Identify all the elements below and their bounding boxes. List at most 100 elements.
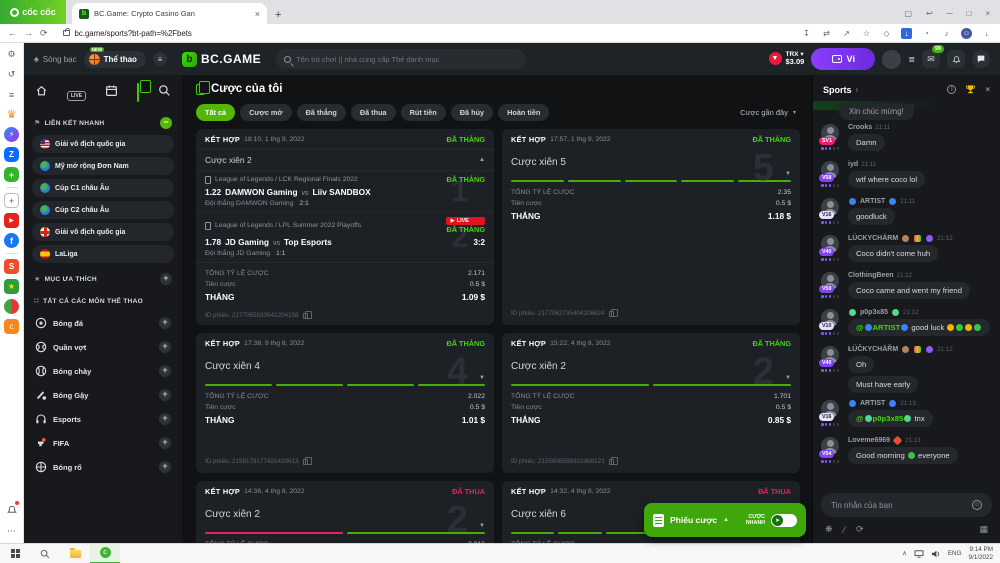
shopee-icon[interactable]: S	[4, 259, 19, 274]
filter-Tất cả[interactable]: Tất cả	[196, 104, 235, 121]
adblock-shield-icon[interactable]: ◇	[881, 29, 892, 38]
sidebar-sport-1[interactable]: Quần vợt+	[32, 335, 174, 359]
url-field[interactable]: bc.game/sports?bt-path=%2Fbets	[55, 28, 794, 39]
sidebar-sport-6[interactable]: Bóng rổ+	[32, 455, 174, 479]
refresh-icon[interactable]: ⟳	[856, 524, 864, 535]
language-indicator[interactable]: ENG	[948, 550, 962, 557]
sidebar-sport-5[interactable]: FIFA+	[32, 431, 174, 455]
parlay-title-row[interactable]: Cược xiên 22▼	[502, 353, 800, 384]
extension-bell-icon[interactable]: ◔	[921, 29, 932, 38]
sidebar-sport-2[interactable]: Bóng chày+	[32, 359, 174, 383]
chat-room-label[interactable]: Sports	[823, 85, 852, 95]
sidebar-quicklink-4[interactable]: Giải vô địch quốc gia	[32, 223, 174, 241]
quick-bet-toggle[interactable]: ➤	[771, 514, 797, 527]
live-icon[interactable]: LIVE	[67, 91, 86, 101]
settings-icon[interactable]: ⚙	[4, 47, 19, 62]
mention[interactable]: @	[856, 414, 864, 423]
tab-restore-icon[interactable]: ↩	[926, 9, 933, 18]
add-favorite-button[interactable]: +	[160, 273, 172, 285]
sidebar-sport-4[interactable]: Esports+	[32, 407, 174, 431]
wallet-button[interactable]: Ví	[811, 48, 875, 70]
copy-icon[interactable]	[609, 311, 614, 317]
start-button[interactable]	[0, 544, 30, 563]
sidebar-quicklink-0[interactable]: Giải vô địch quốc gia	[32, 135, 174, 153]
keyboard-icon[interactable]: ▦	[979, 524, 988, 535]
add-sport-button[interactable]: +	[159, 461, 171, 473]
trophy-icon[interactable]	[965, 84, 976, 95]
coccoc-brand[interactable]: cốc cốc	[0, 0, 66, 24]
info-icon[interactable]: !	[947, 85, 956, 94]
sidebar-quicklink-3[interactable]: Cúp C2 châu Âu	[32, 201, 174, 219]
add-sport-button[interactable]: +	[159, 389, 171, 401]
facebook-icon[interactable]: f	[4, 233, 19, 248]
sports-app-icon[interactable]	[4, 299, 19, 314]
reading-list-icon[interactable]: ≡	[4, 87, 19, 102]
notification-bell-icon[interactable]	[6, 502, 18, 520]
history-icon[interactable]: ↺	[4, 67, 19, 82]
add-sport-button[interactable]: +	[159, 365, 171, 377]
filter-Đã thắng[interactable]: Đã thắng	[297, 104, 346, 121]
bcgame-logo[interactable]: b BC.GAME	[182, 52, 261, 67]
sidebar-live-button[interactable]: LIVE	[67, 84, 86, 102]
profile-icon[interactable]: ☺	[961, 28, 972, 39]
notifications-button[interactable]	[947, 50, 965, 68]
sidebar-search-button[interactable]	[158, 84, 171, 102]
parlay-title-row[interactable]: Cược xiên 22▼	[196, 501, 494, 532]
rules-icon[interactable]: ⁄	[844, 525, 846, 535]
chevron-right-icon[interactable]: ›	[856, 85, 859, 94]
nav-casino[interactable]: ♠ Sòng bạc	[34, 54, 77, 64]
parlay-title-row[interactable]: Cược xiên 55▼	[502, 149, 800, 180]
downloads-icon[interactable]: ↓	[981, 29, 992, 38]
filter-Rút tiền[interactable]: Rút tiền	[401, 104, 446, 121]
add-sport-button[interactable]: +	[159, 413, 171, 425]
back-icon[interactable]: ←	[8, 28, 17, 38]
mention[interactable]: ARTIST	[873, 323, 901, 332]
maximize-icon[interactable]: □	[966, 9, 971, 18]
copy-icon[interactable]	[303, 459, 308, 465]
sidebar-quicklink-1[interactable]: Mỹ mở rộng Đơn Nam	[32, 157, 174, 175]
copy-icon[interactable]	[609, 459, 614, 465]
mention[interactable]: p0p3x85	[873, 414, 904, 423]
add-icon[interactable]: +	[4, 193, 19, 208]
rain-icon[interactable]: ❋	[825, 524, 833, 535]
sidebar-schedule-button[interactable]	[105, 84, 118, 102]
sidebar-my-bets-button[interactable]	[137, 84, 139, 102]
sidebar-home-button[interactable]	[35, 84, 48, 102]
youtube-icon[interactable]: ▶	[4, 213, 19, 228]
add-sport-button[interactable]: +	[159, 341, 171, 353]
cart-icon[interactable]: c	[4, 319, 19, 334]
gamepad-icon[interactable]: +	[4, 167, 19, 182]
chat-toggle-button[interactable]	[972, 50, 990, 68]
network-icon[interactable]	[914, 550, 924, 558]
filter-Đã hủy[interactable]: Đã hủy	[451, 104, 493, 121]
chat-input[interactable]: Tin nhắn của bạn ☺	[821, 493, 992, 517]
emoji-icon[interactable]: ☺	[972, 500, 982, 510]
sidebar-quicklink-2[interactable]: Cúp C1 châu Âu	[32, 179, 174, 197]
browser-tab[interactable]: b BC.Game: Crypto Casino Gan ×	[72, 3, 267, 24]
promo-icon[interactable]: ★	[4, 279, 19, 294]
minimize-icon[interactable]: ─	[947, 9, 953, 18]
betslip-button[interactable]: Phiếu cược ▲ CƯỢCNHANH ➤	[644, 503, 806, 537]
reload-icon[interactable]: ⟳	[40, 28, 48, 39]
sidebar-sport-0[interactable]: Bóng đá+	[32, 311, 174, 335]
extension-media-icon[interactable]: ♪	[941, 29, 952, 38]
close-icon[interactable]: ×	[985, 9, 990, 18]
nav-sports[interactable]: NEW Thể thao	[84, 51, 146, 68]
sidebar-quicklink-5[interactable]: LaLiga	[32, 245, 174, 263]
add-sport-button[interactable]: +	[159, 437, 171, 449]
translate-icon[interactable]: ⇄	[821, 29, 832, 38]
file-explorer-button[interactable]	[60, 544, 90, 563]
volume-icon[interactable]	[931, 550, 941, 558]
balance-selector[interactable]: ▼ TRX ▾ $3.09	[769, 51, 805, 66]
clock[interactable]: 9:14 PM9/1/2022	[968, 546, 993, 562]
filter-Hoàn tiền[interactable]: Hoàn tiền	[498, 104, 549, 121]
new-tab-button[interactable]: +	[275, 9, 281, 21]
zalo-icon[interactable]: Z	[4, 147, 19, 162]
collapse-quick-links-button[interactable]: −	[160, 117, 172, 129]
my-bets-icon[interactable]	[137, 83, 139, 102]
game-search-input[interactable]: Tên trò chơi || nhà cung cấp Thẻ danh mụ…	[276, 49, 526, 69]
tray-expand-icon[interactable]: ∧	[902, 550, 907, 557]
avatar[interactable]	[882, 50, 901, 69]
copy-icon[interactable]	[303, 313, 308, 319]
crown-icon[interactable]: ♛	[4, 107, 19, 122]
